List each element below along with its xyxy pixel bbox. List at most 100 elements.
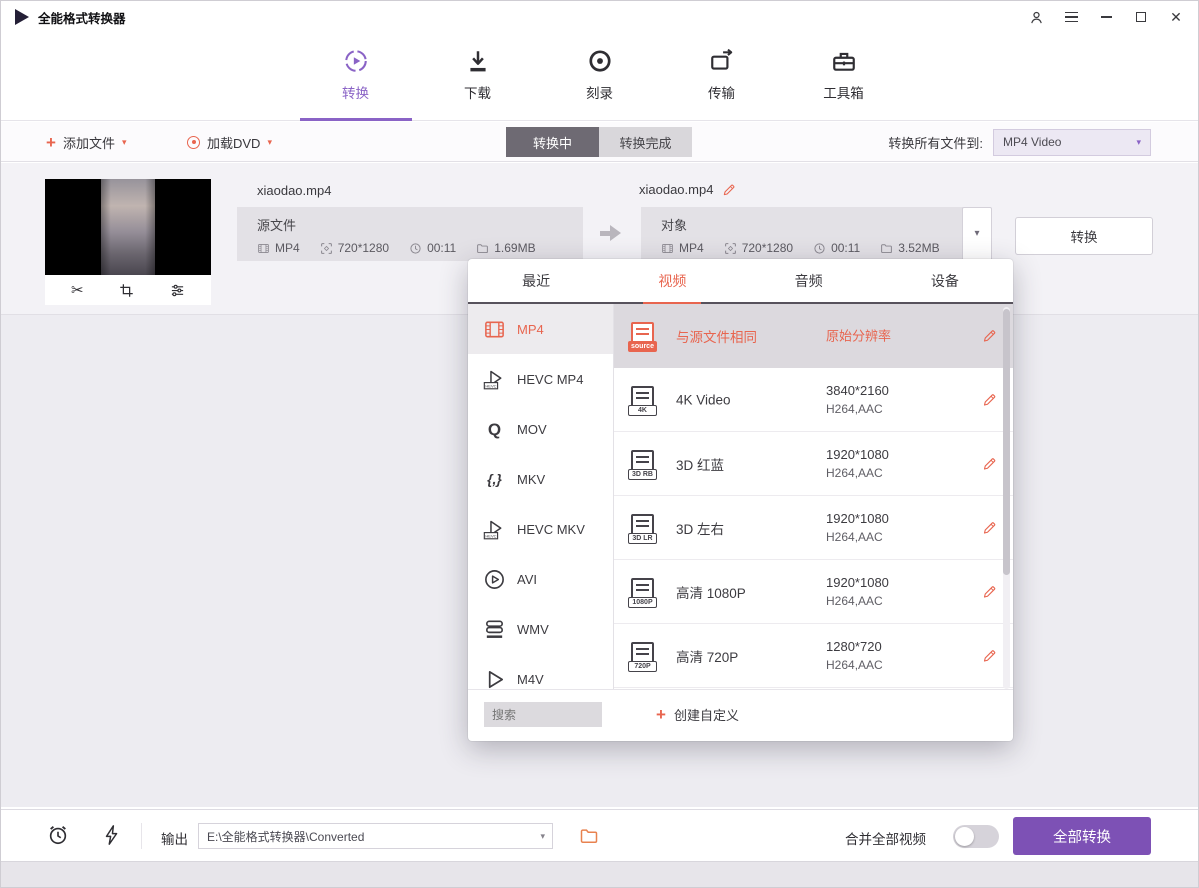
menu-icon[interactable] bbox=[1063, 9, 1079, 25]
hevc-mp4-icon: HEVC bbox=[483, 368, 506, 391]
tab-recent[interactable]: 最近 bbox=[468, 259, 604, 302]
preset-4k-icon: 4K bbox=[631, 386, 654, 414]
preset-4k-video[interactable]: 4K 4K Video 3840*2160H264,AAC bbox=[614, 368, 1013, 432]
avi-icon bbox=[483, 568, 506, 591]
edit-preset-icon[interactable] bbox=[982, 648, 997, 663]
output-path-input[interactable] bbox=[199, 829, 540, 843]
source-info-box: 源文件 MP4 720*1280 00:11 1.69MB bbox=[237, 207, 583, 261]
footer-bar: 输出 ▾ 合并全部视频 全部转换 bbox=[1, 809, 1198, 861]
convert-icon bbox=[343, 48, 369, 74]
format-item-mov[interactable]: Q MOV bbox=[468, 404, 613, 454]
open-folder-button[interactable] bbox=[579, 826, 599, 846]
filesize-icon bbox=[476, 242, 489, 255]
tab-video[interactable]: 视频 bbox=[604, 259, 740, 302]
toggle-knob bbox=[955, 827, 974, 846]
format-item-wmv[interactable]: WMV bbox=[468, 604, 613, 654]
edit-preset-icon[interactable] bbox=[982, 584, 997, 599]
format-list: MP4 HEVC HEVC MP4 Q MOV {,} MKV bbox=[468, 304, 614, 689]
close-button[interactable]: ✕ bbox=[1168, 9, 1184, 25]
convert-all-button[interactable]: 全部转换 bbox=[1013, 817, 1151, 855]
preset-3d-left-right[interactable]: 3D LR 3D 左右 1920*1080H264,AAC bbox=[614, 496, 1013, 560]
resolution-icon bbox=[320, 242, 333, 255]
format-item-hevc-mp4[interactable]: HEVC HEVC MP4 bbox=[468, 354, 613, 404]
tab-converting[interactable]: 转换中 bbox=[506, 127, 599, 157]
duration-icon bbox=[813, 242, 826, 255]
rename-icon[interactable] bbox=[722, 183, 736, 197]
minimize-button[interactable] bbox=[1098, 9, 1114, 25]
thumbnail-image bbox=[101, 179, 155, 275]
edit-preset-icon[interactable] bbox=[982, 520, 997, 535]
preset-same-as-source[interactable]: source 与源文件相同 原始分辨率 bbox=[614, 304, 1013, 368]
video-thumbnail bbox=[45, 179, 211, 275]
convert-status-tabs: 转换中 转换完成 bbox=[506, 127, 692, 157]
format-item-m4v[interactable]: M4V bbox=[468, 654, 613, 689]
add-file-button[interactable]: + 添加文件 ▾ bbox=[46, 122, 126, 162]
plus-icon: + bbox=[46, 134, 56, 151]
app-window: 全能格式转换器 ✕ 转换 下载 刻录 传输 工具箱 bbox=[0, 0, 1199, 888]
m4v-icon bbox=[483, 668, 506, 690]
crop-icon[interactable] bbox=[119, 283, 134, 298]
format-item-mp4[interactable]: MP4 bbox=[468, 304, 613, 354]
load-dvd-button[interactable]: 加载DVD ▾ bbox=[187, 122, 272, 162]
titlebar: 全能格式转换器 ✕ bbox=[1, 1, 1198, 33]
output-label: 输出 bbox=[161, 828, 188, 848]
preset-hd-720p[interactable]: 720P 高清 720P 1280*720H264,AAC bbox=[614, 624, 1013, 688]
format-icon bbox=[661, 242, 674, 255]
effects-icon[interactable] bbox=[170, 283, 185, 298]
format-popup-tabs: 最近 视频 音频 设备 bbox=[468, 259, 1013, 304]
output-path-select[interactable]: ▾ bbox=[198, 823, 553, 849]
tab-burn[interactable]: 刻录 bbox=[567, 33, 633, 120]
source-filename: xiaodao.mp4 bbox=[257, 183, 331, 198]
hevc-mkv-icon: HEVC bbox=[483, 518, 506, 541]
tab-toolbox[interactable]: 工具箱 bbox=[811, 33, 877, 120]
merge-videos-label: 合并全部视频 bbox=[845, 828, 926, 848]
tab-audio[interactable]: 音频 bbox=[741, 259, 877, 302]
tab-convert[interactable]: 转换 bbox=[323, 33, 389, 120]
high-speed-icon[interactable] bbox=[101, 824, 123, 846]
tab-download[interactable]: 下载 bbox=[445, 33, 511, 120]
edit-toolbar: ✂ bbox=[45, 275, 211, 305]
transfer-icon bbox=[709, 48, 735, 74]
svg-text:HEVC: HEVC bbox=[485, 383, 496, 388]
edit-preset-icon[interactable] bbox=[982, 329, 997, 344]
preset-list: source 与源文件相同 原始分辨率 4K 4K Video 3840*216… bbox=[614, 304, 1013, 689]
preset-hd-1080p[interactable]: 1080P 高清 1080P 1920*1080H264,AAC bbox=[614, 560, 1013, 624]
resolution-icon bbox=[724, 242, 737, 255]
tab-converted[interactable]: 转换完成 bbox=[599, 127, 692, 157]
mp4-icon bbox=[483, 318, 506, 341]
preset-3d-rb-icon: 3D RB bbox=[631, 450, 654, 478]
format-icon bbox=[257, 242, 270, 255]
mkv-icon: {,} bbox=[483, 472, 506, 486]
edit-preset-icon[interactable] bbox=[982, 392, 997, 407]
trim-icon[interactable]: ✂ bbox=[71, 283, 84, 298]
account-icon[interactable] bbox=[1028, 9, 1044, 25]
popup-scrollbar[interactable] bbox=[1003, 307, 1010, 689]
create-custom-button[interactable]: + 创建自定义 bbox=[656, 705, 739, 724]
format-item-hevc-mkv[interactable]: HEVC HEVC MKV bbox=[468, 504, 613, 554]
download-icon bbox=[465, 48, 491, 74]
format-item-mkv[interactable]: {,} MKV bbox=[468, 454, 613, 504]
scrollbar-thumb[interactable] bbox=[1003, 309, 1010, 575]
chevron-down-icon: ▾ bbox=[1136, 138, 1141, 147]
target-info-box: 对象 MP4 720*1280 00:11 3.52MB bbox=[641, 207, 963, 261]
format-item-avi[interactable]: AVI bbox=[468, 554, 613, 604]
preset-1080p-icon: 1080P bbox=[631, 578, 654, 606]
schedule-icon[interactable] bbox=[47, 824, 69, 846]
tab-transfer[interactable]: 传输 bbox=[689, 33, 755, 120]
preset-3d-red-blue[interactable]: 3D RB 3D 红蓝 1920*1080H264,AAC bbox=[614, 432, 1013, 496]
divider bbox=[141, 823, 142, 849]
edit-preset-icon[interactable] bbox=[982, 456, 997, 471]
window-bottom-edge bbox=[1, 861, 1198, 887]
svg-text:HEVC: HEVC bbox=[485, 533, 496, 538]
tab-device[interactable]: 设备 bbox=[877, 259, 1013, 302]
preset-720p-icon: 720P bbox=[631, 642, 654, 670]
preset-source-icon: source bbox=[631, 322, 654, 350]
search-input[interactable] bbox=[484, 702, 602, 727]
target-format-dropdown[interactable]: ▾ bbox=[962, 207, 992, 261]
output-format-select[interactable]: MP4 Video ▾ bbox=[993, 129, 1151, 156]
merge-videos-toggle[interactable] bbox=[953, 825, 999, 848]
maximize-button[interactable] bbox=[1133, 9, 1149, 25]
chevron-down-icon: ▾ bbox=[267, 138, 272, 147]
convert-button[interactable]: 转换 bbox=[1015, 217, 1153, 255]
chevron-down-icon: ▾ bbox=[540, 832, 552, 841]
